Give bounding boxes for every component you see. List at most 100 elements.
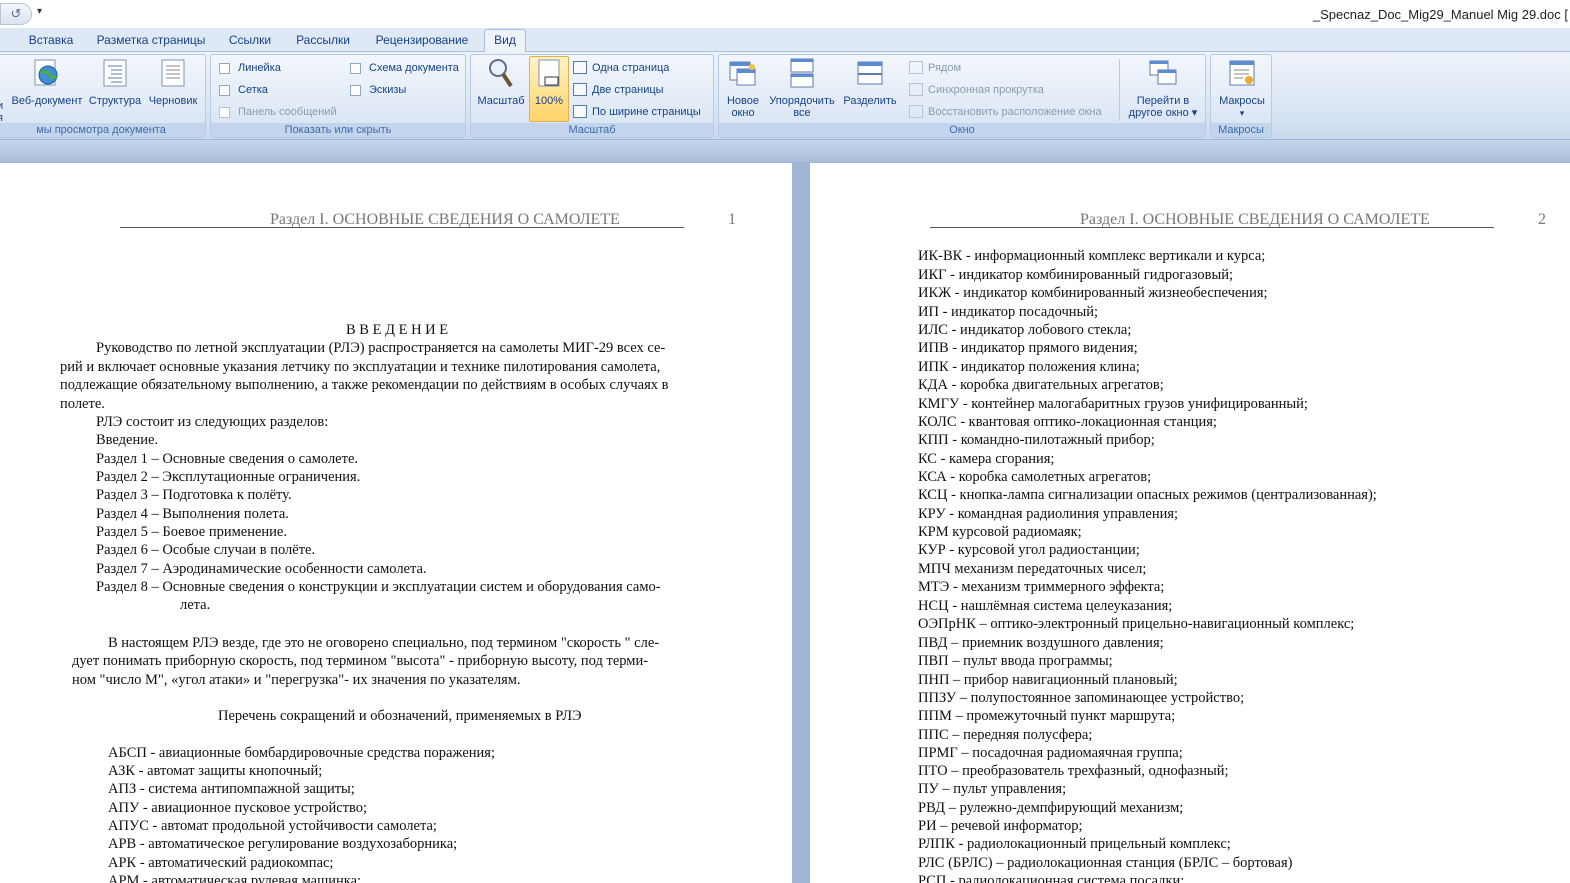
arrange-all-button[interactable]: Упорядочить все	[765, 57, 839, 119]
macros-dropdown-icon: ▾	[1239, 108, 1245, 118]
reset-window-position-button[interactable]: Восстановить расположение окна	[909, 105, 1102, 118]
document-page-2[interactable]: Раздел I. ОСНОВНЫЕ СВЕДЕНИЯ О САМОЛЕТЕ 2…	[810, 163, 1570, 883]
abbreviation-item: РСП - радиолокационная система посадки;	[918, 873, 1185, 883]
group-separator	[1119, 59, 1120, 121]
new-window-button[interactable]: Новое окно	[721, 57, 765, 119]
checkbox-box	[219, 84, 230, 96]
section-list-item: Раздел 4 – Выполнения полета.	[96, 506, 289, 522]
split-icon	[855, 57, 885, 89]
tab-view[interactable]: Вид	[484, 29, 526, 53]
abbreviation-item: ПРМГ – посадочная радиомаячная группа;	[918, 745, 1183, 761]
header-rule	[120, 227, 684, 228]
page-width-button[interactable]: По ширине страницы	[573, 105, 701, 118]
draft-button[interactable]: Черновик	[145, 57, 201, 107]
abbreviation-item: ИКГ - индикатор комбинированный гидрогаз…	[918, 267, 1234, 283]
undo-icon: ↺	[10, 6, 22, 21]
view-side-by-side-button[interactable]: Рядом	[909, 61, 961, 74]
checkbox-box	[219, 62, 230, 74]
zoom-button[interactable]: Масштаб	[473, 57, 529, 107]
paragraph-line: подлежащие обязательному выполнению, а т…	[60, 377, 669, 393]
abbreviation-item: ОЭПрНК – оптико-электронный прицельно-на…	[918, 616, 1355, 632]
group-label-macros: Макросы	[1211, 123, 1271, 137]
web-document-button[interactable]: Веб-документ	[9, 57, 85, 107]
macros-button[interactable]: Макросы ▾	[1213, 57, 1271, 119]
switch-windows-button[interactable]: Перейти в другое окно ▾	[1123, 57, 1203, 119]
new-window-icon	[728, 57, 758, 89]
tab-page-layout[interactable]: Разметка страницы	[92, 32, 210, 52]
page-100-icon	[534, 57, 564, 89]
document-map-checkbox[interactable]: Схема документа	[350, 62, 459, 74]
abbreviation-item: РВД – рулежно-демпфирующий механизм;	[918, 800, 1184, 816]
one-page-label: Одна страница	[592, 61, 670, 74]
title-bar: ↺ ▾ _Specnaz_Doc_Mig29_Manuel Mig 29.doc…	[0, 0, 1570, 28]
synchronous-scroll-button[interactable]: Синхронная прокрутка	[909, 83, 1044, 96]
abbreviation-item: МПЧ механизм передаточных чисел;	[918, 561, 1147, 577]
ruler-checkbox[interactable]: Линейка	[219, 62, 281, 74]
arrange-all-label-1: Упорядочить	[769, 95, 835, 107]
group-macros: Макросы ▾ Макросы	[1210, 54, 1272, 138]
new-window-label-2: окно	[731, 107, 755, 119]
tab-insert[interactable]: Вставка	[18, 32, 84, 52]
side-by-side-icon	[909, 61, 923, 74]
abbreviation-item: КСА - коробка самолетных агрегатов;	[918, 469, 1152, 485]
new-window-label-1: Новое	[726, 95, 760, 107]
section-list-item: Раздел 1 – Основные сведения о самолете.	[96, 451, 359, 467]
abbreviation-item: НСЦ - нашлёмная система целеуказания;	[918, 598, 1173, 614]
abbreviation-item: ППС – передняя полусфера;	[918, 727, 1093, 743]
one-page-icon	[573, 61, 587, 74]
document-map-label: Схема документа	[369, 62, 459, 74]
grid-checkbox[interactable]: Сетка	[219, 84, 268, 96]
undo-button[interactable]: ↺	[0, 3, 32, 25]
switch-windows-label-2: другое окно ▾	[1128, 107, 1198, 119]
sync-scroll-label: Синхронная прокрутка	[928, 83, 1044, 96]
group-window: Новое окно Упорядочить все Разделить Ряд…	[718, 54, 1206, 138]
tab-references[interactable]: Ссылки	[222, 32, 278, 52]
reset-position-icon	[909, 105, 923, 118]
ruler-label: Линейка	[238, 62, 281, 74]
arrange-all-label-2: все	[793, 107, 811, 119]
group-zoom: Масштаб 100% Одна страница Две страницы …	[470, 54, 714, 138]
abbreviation-item: КРМ курсовой радиомаяк;	[918, 524, 1082, 540]
two-pages-button[interactable]: Две страницы	[573, 83, 664, 96]
heading-introduction: В В Е Д Е Н И Е	[346, 322, 449, 338]
group-label-views: мы просмотра документа	[0, 123, 205, 137]
abbreviation-item: ИК-ВК - информационный комплекс вертикал…	[918, 248, 1266, 264]
abbreviation-item: АПУС - автомат продольной устойчивости с…	[108, 818, 437, 834]
zoom-label: Масштаб	[477, 95, 525, 107]
abbreviation-item: ИП - индикатор посадочный;	[918, 304, 1099, 320]
outline-button[interactable]: Структура	[87, 57, 143, 107]
section-list-item: Раздел 3 – Подготовка к полёту.	[96, 487, 292, 503]
paragraph-line: Руководство по летной эксплуатации (РЛЭ)…	[96, 340, 666, 356]
abbreviation-item: АРВ - автоматическое регулирование возду…	[108, 836, 458, 852]
page-number: 2	[1538, 211, 1546, 228]
two-pages-label: Две страницы	[592, 83, 664, 96]
document-page-1[interactable]: Раздел I. ОСНОВНЫЕ СВЕДЕНИЯ О САМОЛЕТЕ 1…	[0, 163, 792, 883]
magnifier-icon	[486, 57, 516, 89]
one-page-button[interactable]: Одна страница	[573, 61, 669, 74]
tab-mailings[interactable]: Рассылки	[288, 32, 358, 52]
ribbon: и я Веб-документ Структура Черновик мы п…	[0, 52, 1570, 140]
abbreviation-item: ПНП – прибор навигационный плановый;	[918, 672, 1178, 688]
thumbnails-checkbox[interactable]: Эскизы	[350, 84, 406, 96]
zoom-100-button[interactable]: 100%	[529, 56, 569, 122]
split-label: Разделить	[843, 95, 897, 107]
draft-label: Черновик	[148, 95, 198, 107]
abbreviation-item: РИ – речевой информатор;	[918, 818, 1083, 834]
abbreviation-item: КПП - командно-пилотажный прибор;	[918, 432, 1155, 448]
abbreviation-item: КУР - курсовой угол радиостанции;	[918, 542, 1140, 558]
switch-windows-icon	[1148, 57, 1178, 89]
paragraph-line: полете.	[60, 396, 105, 412]
abbreviation-item: РЛПК - радиолокационный прицельный компл…	[918, 836, 1231, 852]
reset-position-label: Восстановить расположение окна	[928, 105, 1102, 118]
message-panel-checkbox[interactable]: Панель сообщений	[219, 106, 337, 118]
quick-access-dropdown[interactable]: ▾	[37, 6, 42, 17]
tab-review[interactable]: Рецензирование	[370, 32, 474, 52]
split-button[interactable]: Разделить	[839, 57, 901, 107]
page-number: 1	[728, 211, 736, 228]
abbreviation-item: АПУ - авиационное пусковое устройство;	[108, 800, 368, 816]
abbreviation-item: ИЛС - индикатор лобового стекла;	[918, 322, 1132, 338]
abbreviation-item: ИКЖ - индикатор комбинированный жизнеобе…	[918, 285, 1268, 301]
two-pages-icon	[573, 83, 587, 96]
abbreviation-item: МТЭ - механизм триммерного эффекта;	[918, 579, 1165, 595]
abbreviation-item: ППМ – промежуточный пункт маршрута;	[918, 708, 1176, 724]
